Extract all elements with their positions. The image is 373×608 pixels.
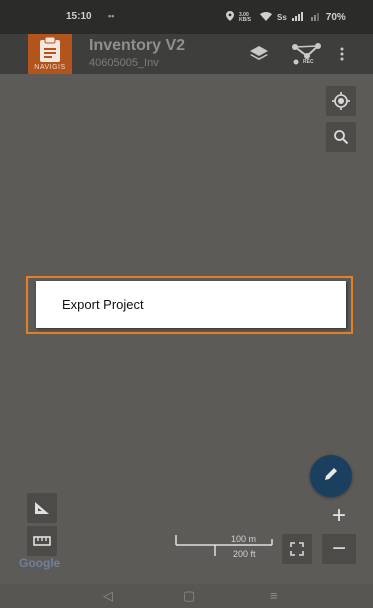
app-bar: NAVIGIS Inventory V2 40605005_Inv REC [0,34,373,74]
network-speed: 3.00 KB/S [239,11,251,23]
battery-level: 70% [325,12,346,23]
recents-button[interactable]: ≡ [270,588,278,603]
export-project-item[interactable]: Export Project [62,297,144,312]
edit-pencil-icon [323,466,339,487]
rec-label: REC [303,59,314,65]
home-button[interactable]: ▢ [183,588,195,604]
search-icon[interactable] [326,122,356,152]
scale-metric: 100 m [231,534,257,544]
ruler-icon[interactable] [27,526,57,556]
signal-icon [291,11,306,24]
status-time: 15:10 [66,11,92,22]
scale-imperial: 200 ft [233,549,256,559]
location-icon [226,11,234,24]
zoom-out-button[interactable]: − [322,534,356,564]
screen: 15:10 •• 3.00 KB/S Ss 70% NAVIGIS Invent… [0,0,373,608]
system-nav-bar: ◁ ▢ ≡ [0,584,373,608]
zoom-in-button[interactable]: + [322,501,356,531]
sim-label: Ss [277,13,287,22]
clipboard-icon [38,36,62,63]
status-bar: 15:10 •• 3.00 KB/S Ss 70% [0,0,373,34]
angle-measure-icon[interactable] [27,493,57,523]
layers-icon[interactable] [245,40,273,68]
network-rec-icon[interactable]: REC [289,40,325,68]
back-button[interactable]: ◁ [103,588,113,604]
signal-2-icon [310,11,321,24]
notification-dots: •• [108,11,115,21]
project-title: Inventory V2 [89,37,186,54]
project-subtitle: 40605005_Inv [89,57,159,69]
wifi-icon [260,11,272,24]
status-icons: 3.00 KB/S Ss 70% [226,11,346,24]
app-logo[interactable]: NAVIGIS [28,34,72,74]
scale-line [175,535,273,556]
scale-bar: 100 m 200 ft [175,534,275,564]
logo-caption: NAVIGIS [34,64,66,71]
edit-fab[interactable] [310,455,352,497]
google-attribution: Google [19,556,61,570]
fullscreen-icon[interactable] [282,534,312,564]
more-vert-icon[interactable] [335,40,349,68]
my-location-icon[interactable] [326,86,356,116]
export-dialog: Export Project [36,281,346,328]
